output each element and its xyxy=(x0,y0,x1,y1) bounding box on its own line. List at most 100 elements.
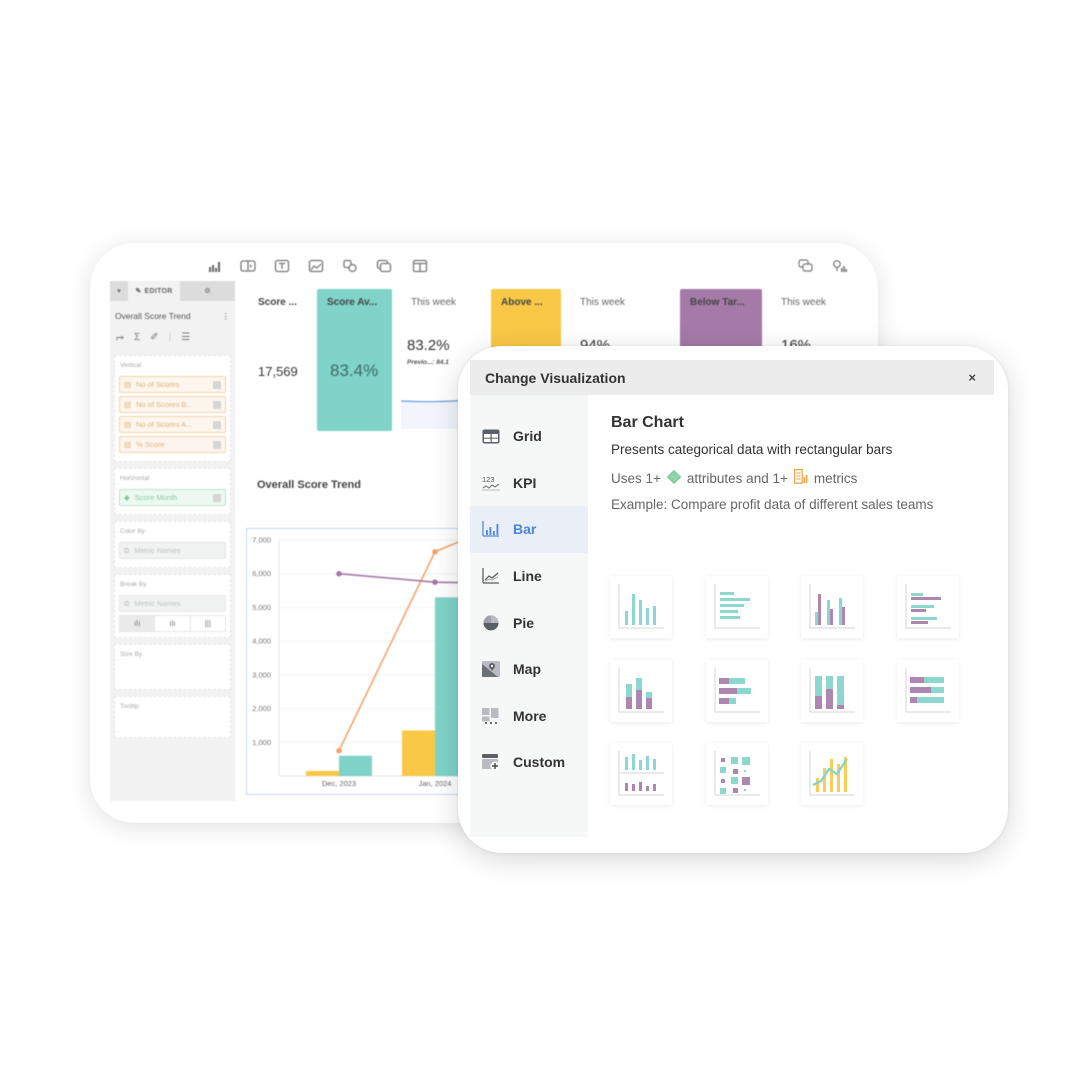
text-box-icon[interactable] xyxy=(274,259,290,273)
type-item-kpi[interactable]: 123 KPI xyxy=(470,460,588,507)
y-tick-label: 1,000 xyxy=(252,738,271,747)
pill-menu-icon[interactable] xyxy=(213,400,221,409)
column-icon xyxy=(618,584,664,629)
kebab-menu-icon[interactable]: ⋮ xyxy=(222,311,231,322)
divider: | xyxy=(168,332,172,343)
image-icon[interactable] xyxy=(308,259,324,273)
type-item-more[interactable]: More xyxy=(470,693,588,740)
variant-grouped-column[interactable] xyxy=(801,576,863,638)
y-tick-label: 4,000 xyxy=(252,637,271,646)
variant-stacked-column[interactable] xyxy=(610,659,672,722)
bar-chart-icon[interactable] xyxy=(206,259,222,273)
bar-line-combo-icon xyxy=(809,751,855,796)
type-item-pie[interactable]: Pie xyxy=(470,599,588,646)
editor-tabs: ▾ ✎ EDITOR ⚙ xyxy=(110,281,235,301)
kpi-score-count: Score ... 17,569 xyxy=(248,289,318,431)
filter-panel-icon[interactable] xyxy=(240,259,256,273)
visualization-type-list: Grid 123 KPI Bar Line Pie Map More Custo… xyxy=(470,395,588,837)
metric-pill[interactable]: ▤ No of Scores xyxy=(119,376,226,393)
eraser-icon[interactable]: ✐ xyxy=(150,332,158,343)
attribute-pill[interactable]: ◆ Score Month xyxy=(119,489,226,506)
detail-example: Example: Compare profit data of differen… xyxy=(611,497,934,512)
swap-axes-icon[interactable]: ⮣ xyxy=(116,332,124,343)
shapes-icon[interactable] xyxy=(342,259,358,273)
variant-horizontal-bar[interactable] xyxy=(705,576,768,638)
pill-menu-icon[interactable] xyxy=(213,440,221,449)
y-tick-label: 5,000 xyxy=(252,603,271,612)
pill-label: Metric Names xyxy=(134,546,181,555)
bar-chart-icon xyxy=(482,521,500,538)
pill-menu-icon[interactable] xyxy=(213,420,221,429)
tags-icon: ⧉ xyxy=(124,545,130,555)
grid-icon xyxy=(482,428,500,444)
metric-pill[interactable]: ▤ % Score xyxy=(119,436,226,453)
metric-names-pill[interactable]: ⧉ Metric Names xyxy=(119,595,226,612)
y-tick-label: 2,000 xyxy=(252,704,271,713)
type-label: KPI xyxy=(513,474,537,491)
kpi-title: This week xyxy=(411,297,457,308)
type-item-line[interactable]: Line xyxy=(470,553,588,600)
zone-label: Horizontal xyxy=(120,475,150,482)
pill-label: Metric Names xyxy=(134,599,181,608)
variant-grouped-horizontal-bar[interactable] xyxy=(896,576,959,638)
type-item-bar[interactable]: Bar xyxy=(470,506,588,553)
detail-description: Presents categorical data with rectangul… xyxy=(611,442,893,457)
drop-zone-size-by: Size By xyxy=(114,644,231,690)
map-pin-chart-icon[interactable] xyxy=(832,259,848,273)
drop-zone-tooltip: Tooltip xyxy=(114,696,231,738)
break-mode-toggle: ıIı ılı ||| xyxy=(119,615,226,632)
svg-text:123: 123 xyxy=(482,475,495,484)
widget-title: Overall Score Trend xyxy=(115,311,191,321)
editor-panel: ▾ ✎ EDITOR ⚙ Overall Score Trend ⋮ ⮣ Σ ✐ … xyxy=(110,281,235,801)
percent-mode-icon[interactable]: ||| xyxy=(191,616,225,631)
grouped-mode-icon[interactable]: ıIı xyxy=(120,616,156,631)
detail-uses: Uses 1+ attributes and 1+ metrics xyxy=(611,469,991,487)
type-item-grid[interactable]: Grid xyxy=(470,413,588,460)
close-button[interactable]: × xyxy=(968,370,976,385)
variant-stacked-horizontal-bar[interactable] xyxy=(705,659,768,722)
drop-zone-break-by: Break By ⧉ Metric Names ıIı ılı ||| xyxy=(114,574,231,638)
tab-settings[interactable]: ⚙ xyxy=(180,281,235,301)
line-point xyxy=(432,549,438,555)
metric-pill[interactable]: ▤ No of Scores B... xyxy=(119,396,226,413)
grouped-column-icon xyxy=(809,584,855,629)
variant-multi-axis-column[interactable] xyxy=(610,743,672,805)
attribute-diamond-icon xyxy=(666,469,681,487)
variant-bar-line-combo[interactable] xyxy=(801,743,863,805)
x-tick-label: Jan, 2024 xyxy=(419,779,452,788)
line-chart-icon xyxy=(482,568,500,584)
tab-filter[interactable]: ▾ xyxy=(110,281,128,301)
uses-prefix: Uses 1+ xyxy=(611,470,661,486)
properties-icon[interactable]: ☰ xyxy=(181,332,190,343)
metric-icon: ▤ xyxy=(124,380,132,389)
panel-stack-icon[interactable] xyxy=(412,259,428,273)
kpi-icon: 123 xyxy=(482,475,500,491)
kpi-title: Above ... xyxy=(501,297,543,308)
grouped-horizontal-bar-icon xyxy=(904,584,951,629)
variant-percent-stacked-horizontal-bar[interactable] xyxy=(896,659,959,722)
container-icon[interactable] xyxy=(376,259,392,273)
pill-menu-icon[interactable] xyxy=(213,493,221,502)
metric-names-pill[interactable]: ⧉ Metric Names xyxy=(119,542,226,559)
type-item-map[interactable]: Map xyxy=(470,646,588,693)
pill-menu-icon[interactable] xyxy=(213,380,221,389)
type-label: Pie xyxy=(513,614,535,631)
stacked-mode-icon[interactable]: ılı xyxy=(155,616,191,631)
zone-label: Vertical xyxy=(120,362,142,369)
variant-percent-stacked-column[interactable] xyxy=(801,659,863,722)
stage: ▾ ✎ EDITOR ⚙ Overall Score Trend ⋮ ⮣ Σ ✐ … xyxy=(0,0,1080,1080)
tab-editor[interactable]: ✎ EDITOR xyxy=(128,281,180,301)
kpi-title: Score Av... xyxy=(327,297,378,308)
horizontal-bar-icon xyxy=(713,584,760,629)
widget-title-row: Overall Score Trend ⋮ xyxy=(110,301,235,328)
pill-label: No of Scores B... xyxy=(136,400,193,409)
kpi-title: Below Tar... xyxy=(690,297,745,308)
variant-heatmap-grid[interactable] xyxy=(705,743,768,805)
bar-no-of-scores xyxy=(339,755,372,776)
variant-column[interactable] xyxy=(610,576,672,638)
type-item-custom[interactable]: Custom xyxy=(470,739,588,786)
sigma-icon[interactable]: Σ xyxy=(134,332,140,343)
comments-icon[interactable] xyxy=(798,259,814,273)
metric-pill[interactable]: ▤ No of Scores A... xyxy=(119,416,226,433)
drop-zone-color-by: Color By ⧉ Metric Names xyxy=(114,521,231,568)
